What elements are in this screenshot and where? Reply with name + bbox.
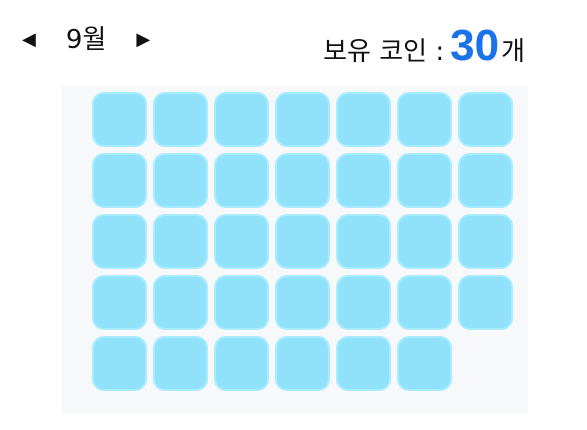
calendar-day-cell[interactable] xyxy=(153,275,208,330)
calendar-day-cell[interactable] xyxy=(153,153,208,208)
calendar-day-cell[interactable] xyxy=(336,214,391,269)
calendar-day-cell[interactable] xyxy=(336,153,391,208)
coin-balance: 보유 코인 : 30 개 xyxy=(323,24,525,68)
calendar-day-cell[interactable] xyxy=(458,153,513,208)
month-label: 9월 xyxy=(65,25,107,55)
calendar-day-cell[interactable] xyxy=(92,214,147,269)
calendar-day-cell[interactable] xyxy=(397,153,452,208)
calendar-day-cell[interactable] xyxy=(275,336,330,391)
calendar-day-cell[interactable] xyxy=(214,214,269,269)
calendar-day-cell[interactable] xyxy=(336,92,391,147)
calendar-day-cell[interactable] xyxy=(397,275,452,330)
next-month-icon[interactable]: ▶ xyxy=(136,31,150,49)
coin-balance-label: 보유 코인 : xyxy=(323,37,445,67)
calendar-day-cell[interactable] xyxy=(397,214,452,269)
calendar-day-cell[interactable] xyxy=(397,336,452,391)
calendar-day-cell[interactable] xyxy=(214,336,269,391)
calendar-day-grid xyxy=(92,92,513,391)
prev-month-icon[interactable]: ◀ xyxy=(22,31,36,49)
calendar-day-cell[interactable] xyxy=(275,275,330,330)
month-navigation: ◀ 9월 ▶ xyxy=(22,20,150,60)
calendar-day-cell[interactable] xyxy=(92,336,147,391)
calendar-day-cell[interactable] xyxy=(458,275,513,330)
calendar-day-cell[interactable] xyxy=(397,92,452,147)
calendar-day-cell[interactable] xyxy=(92,275,147,330)
calendar-day-cell[interactable] xyxy=(214,275,269,330)
calendar-day-cell[interactable] xyxy=(153,336,208,391)
calendar-day-cell[interactable] xyxy=(458,214,513,269)
calendar-day-cell[interactable] xyxy=(214,153,269,208)
calendar-day-cell[interactable] xyxy=(336,275,391,330)
calendar-day-cell[interactable] xyxy=(92,92,147,147)
calendar-panel xyxy=(62,86,528,414)
calendar-day-cell[interactable] xyxy=(458,92,513,147)
calendar-day-cell[interactable] xyxy=(92,153,147,208)
coin-balance-unit: 개 xyxy=(501,37,525,67)
calendar-day-cell[interactable] xyxy=(336,336,391,391)
calendar-day-cell[interactable] xyxy=(275,153,330,208)
calendar-day-cell[interactable] xyxy=(275,92,330,147)
calendar-day-cell[interactable] xyxy=(214,92,269,147)
coin-balance-value: 30 xyxy=(450,21,500,70)
calendar-day-cell[interactable] xyxy=(153,214,208,269)
calendar-day-cell[interactable] xyxy=(153,92,208,147)
calendar-day-cell[interactable] xyxy=(275,214,330,269)
